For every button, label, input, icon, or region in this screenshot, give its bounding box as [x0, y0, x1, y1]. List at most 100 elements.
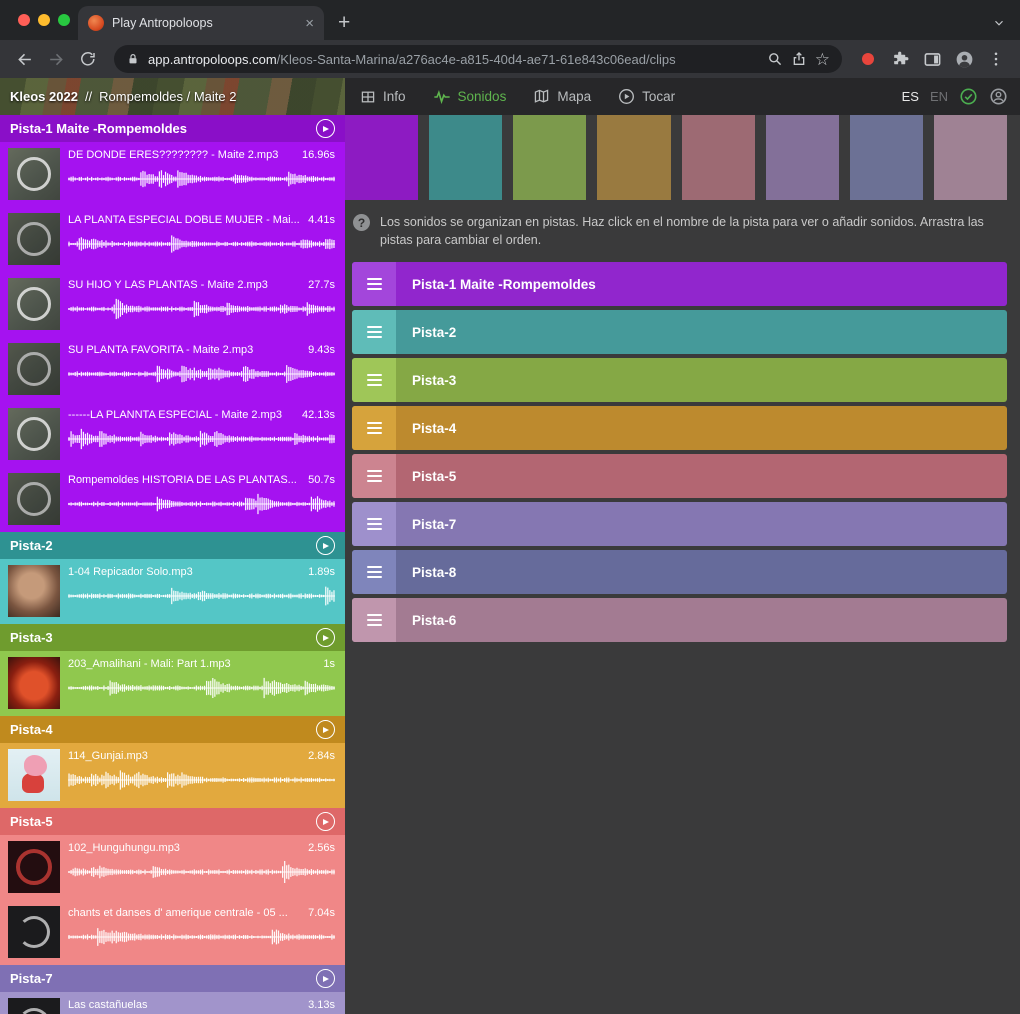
tab-close-icon[interactable]: ×: [305, 16, 314, 31]
clip-duration: 50.7s: [308, 473, 335, 488]
clip[interactable]: SU HIJO Y LAS PLANTAS - Maite 2.mp3 27.7…: [0, 272, 345, 337]
check-circle-icon[interactable]: [959, 87, 978, 106]
padlock-icon[interactable]: [126, 52, 140, 66]
nav-item-sonidos[interactable]: Sonidos: [433, 88, 507, 106]
lang-en-button[interactable]: EN: [930, 89, 948, 104]
zoom-window-button[interactable]: [58, 14, 70, 26]
track-swatch[interactable]: [850, 115, 923, 200]
account-icon[interactable]: [989, 87, 1008, 106]
clip[interactable]: 203_Amalihani - Mali: Part 1.mp3 1s: [0, 651, 345, 716]
profile-avatar[interactable]: [950, 45, 978, 73]
track-row[interactable]: Pista-1 Maite -Rompemoldes: [352, 262, 1007, 306]
drag-handle-icon[interactable]: [352, 358, 396, 402]
clip-body: SU HIJO Y LAS PLANTAS - Maite 2.mp3 27.7…: [68, 278, 335, 333]
track-title: Pista-5: [10, 814, 53, 829]
drag-handle-icon[interactable]: [352, 310, 396, 354]
clip-thumbnail: [8, 473, 60, 525]
clip-duration: 4.41s: [308, 213, 335, 228]
clip-body: Las castañuelas 3.13s: [68, 998, 335, 1014]
track-header[interactable]: Pista-7: [0, 965, 345, 992]
drag-handle-icon[interactable]: [352, 406, 396, 450]
clip[interactable]: DE DONDE ERES???????? - Maite 2.mp3 16.9…: [0, 142, 345, 207]
track-header[interactable]: Pista-2: [0, 532, 345, 559]
extensions-puzzle-icon[interactable]: [886, 45, 914, 73]
track-row[interactable]: Pista-7: [352, 502, 1007, 546]
track-play-button[interactable]: [316, 969, 335, 988]
side-panel-icon[interactable]: [918, 45, 946, 73]
track-swatch[interactable]: [682, 115, 755, 200]
drag-handle-icon[interactable]: [352, 502, 396, 546]
track-header[interactable]: Pista-5: [0, 808, 345, 835]
track-play-button[interactable]: [316, 536, 335, 555]
clip[interactable]: SU PLANTA FAVORITA - Maite 2.mp3 9.43s: [0, 337, 345, 402]
clip-info-row: Rompemoldes HISTORIA DE LAS PLANTAS... 5…: [68, 473, 335, 488]
track-row[interactable]: Pista-8: [352, 550, 1007, 594]
track-row[interactable]: Pista-5: [352, 454, 1007, 498]
track-swatch[interactable]: [934, 115, 1007, 200]
track-row[interactable]: Pista-2: [352, 310, 1007, 354]
track-header[interactable]: Pista-3: [0, 624, 345, 651]
url-path: /Kleos-Santa-Marina/a276ac4e-a815-40d4-a…: [277, 52, 676, 67]
track-swatch[interactable]: [597, 115, 670, 200]
clip-waveform: [68, 583, 335, 609]
track-row[interactable]: Pista-4: [352, 406, 1007, 450]
clip[interactable]: 1-04 Repicador Solo.mp3 1.89s: [0, 559, 345, 624]
browser-toolbar: app.antropoloops.com/Kleos-Santa-Marina/…: [0, 40, 1020, 78]
clip-info-row: DE DONDE ERES???????? - Maite 2.mp3 16.9…: [68, 148, 335, 163]
track-play-button[interactable]: [316, 720, 335, 739]
breadcrumb-project-link[interactable]: Kleos 2022: [10, 89, 78, 104]
clip[interactable]: LA PLANTA ESPECIAL DOBLE MUJER - Mai... …: [0, 207, 345, 272]
bookmark-star-icon[interactable]: ☆: [815, 51, 830, 68]
track-play-button[interactable]: [316, 119, 335, 138]
tab-search-chevron-icon[interactable]: [992, 16, 1006, 30]
lang-es-button[interactable]: ES: [902, 89, 919, 104]
clip-body: 114_Gunjai.mp3 2.84s: [68, 749, 335, 804]
clip[interactable]: ------LA PLANNTA ESPECIAL - Maite 2.mp3 …: [0, 402, 345, 467]
track-row[interactable]: Pista-6: [352, 598, 1007, 642]
clip[interactable]: Rompemoldes HISTORIA DE LAS PLANTAS... 5…: [0, 467, 345, 532]
track-play-button[interactable]: [316, 812, 335, 831]
track-swatch[interactable]: [345, 115, 418, 200]
clip-list: 203_Amalihani - Mali: Part 1.mp3 1s: [0, 651, 345, 716]
zoom-icon[interactable]: [767, 51, 783, 67]
clip[interactable]: chants et danses d' amerique centrale - …: [0, 900, 345, 965]
track-swatch[interactable]: [513, 115, 586, 200]
track-row[interactable]: Pista-3: [352, 358, 1007, 402]
clip[interactable]: 114_Gunjai.mp3 2.84s: [0, 743, 345, 808]
drag-handle-icon[interactable]: [352, 598, 396, 642]
url-text: app.antropoloops.com/Kleos-Santa-Marina/…: [148, 52, 759, 67]
track-row-label: Pista-8: [412, 565, 456, 580]
clip-list: 114_Gunjai.mp3 2.84s: [0, 743, 345, 808]
track-row-label: Pista-6: [412, 613, 456, 628]
track-header[interactable]: Pista-1 Maite -Rompemoldes: [0, 115, 345, 142]
close-window-button[interactable]: [18, 14, 30, 26]
track-play-button[interactable]: [316, 628, 335, 647]
share-icon[interactable]: [791, 51, 807, 67]
nav-item-tocar[interactable]: Tocar: [618, 88, 675, 105]
clip[interactable]: 102_Hunguhungu.mp3 2.56s: [0, 835, 345, 900]
url-bar[interactable]: app.antropoloops.com/Kleos-Santa-Marina/…: [114, 45, 842, 73]
browser-tab[interactable]: Play Antropoloops ×: [78, 6, 324, 40]
minimize-window-button[interactable]: [38, 14, 50, 26]
nav-item-mapa[interactable]: Mapa: [533, 88, 591, 105]
tab-title: Play Antropoloops: [112, 16, 297, 30]
drag-handle-icon[interactable]: [352, 262, 396, 306]
drag-handle-icon[interactable]: [352, 550, 396, 594]
drag-handle-icon[interactable]: [352, 454, 396, 498]
track-swatch[interactable]: [766, 115, 839, 200]
recording-extension-icon[interactable]: [854, 45, 882, 73]
clip-info-row: Las castañuelas 3.13s: [68, 998, 335, 1013]
back-icon[interactable]: [10, 45, 38, 73]
track-swatch[interactable]: [429, 115, 502, 200]
track-title: Pista-2: [10, 538, 53, 553]
reload-icon[interactable]: [74, 45, 102, 73]
clip[interactable]: Las castañuelas 3.13s: [0, 992, 345, 1014]
clip-info-row: SU PLANTA FAVORITA - Maite 2.mp3 9.43s: [68, 343, 335, 358]
track-header[interactable]: Pista-4: [0, 716, 345, 743]
new-tab-button[interactable]: +: [338, 13, 350, 33]
play-icon: [323, 976, 329, 982]
nav-item-info[interactable]: Info: [360, 89, 406, 105]
forward-icon[interactable]: [42, 45, 70, 73]
menu-kebab-icon[interactable]: [982, 45, 1010, 73]
clip-name: Las castañuelas: [68, 998, 148, 1013]
